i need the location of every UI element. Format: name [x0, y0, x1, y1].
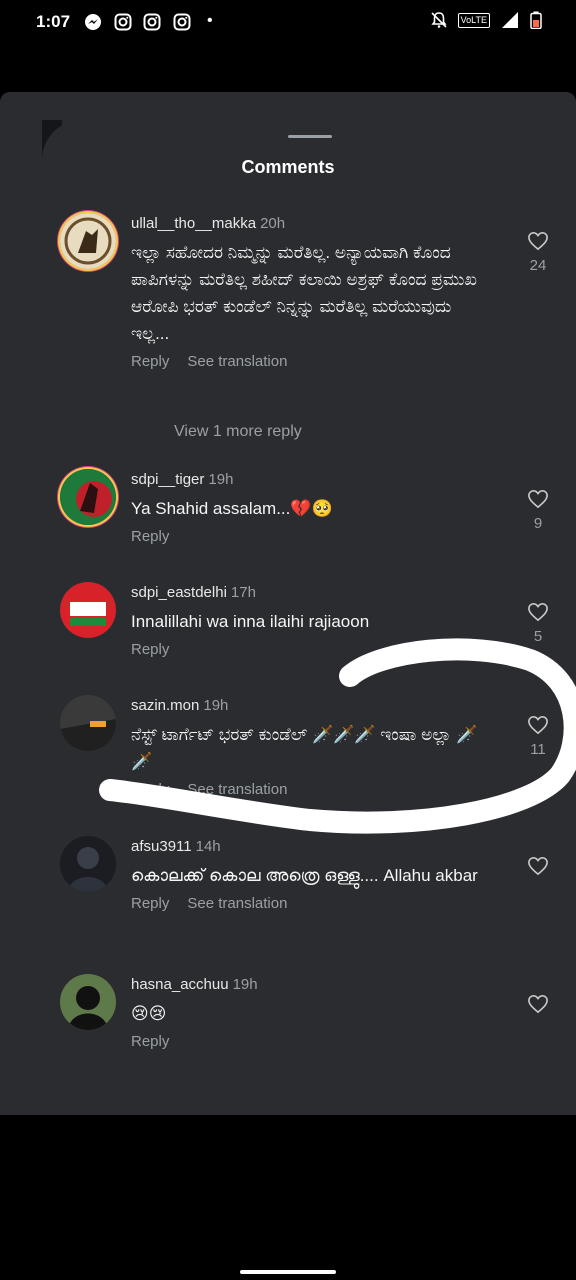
- see-translation-button[interactable]: See translation: [187, 781, 287, 798]
- drag-handle[interactable]: [288, 135, 332, 138]
- avatar[interactable]: [60, 974, 116, 1030]
- like-button[interactable]: 24: [524, 231, 552, 274]
- instagram-icon: [173, 13, 191, 31]
- like-button[interactable]: [524, 856, 552, 876]
- avatar-image: [60, 974, 116, 1030]
- heart-icon: [528, 231, 548, 251]
- reply-button[interactable]: Reply: [131, 528, 169, 545]
- avatar-image: [60, 469, 116, 525]
- like-button[interactable]: 5: [524, 602, 552, 645]
- avatar[interactable]: [60, 213, 116, 269]
- volte-icon: VoLTE: [457, 12, 490, 28]
- reply-button[interactable]: Reply: [131, 895, 169, 912]
- comment-time: 19h: [232, 976, 258, 993]
- comment-username[interactable]: afsu3911: [131, 838, 192, 855]
- notification-dot: •: [207, 12, 213, 29]
- heart-icon: [528, 856, 548, 876]
- comment-username[interactable]: sdpi_eastdelhi: [131, 584, 227, 601]
- comment-username[interactable]: sazin.mon: [131, 697, 199, 714]
- heart-icon: [528, 602, 548, 622]
- instagram-icon: [114, 13, 132, 31]
- comment-username[interactable]: hasna_acchuu: [131, 976, 229, 993]
- like-button[interactable]: [524, 994, 552, 1014]
- reply-button[interactable]: Reply: [131, 641, 169, 658]
- like-button[interactable]: 11: [524, 715, 552, 758]
- view-more-replies[interactable]: View 1 more reply: [174, 423, 302, 441]
- reply-button[interactable]: Reply: [131, 1033, 169, 1050]
- avatar-image: [60, 582, 116, 638]
- comment-time: 17h: [230, 584, 256, 601]
- comment-text: 😢😢: [131, 1004, 167, 1023]
- sheet-title: Comments: [241, 157, 335, 177]
- avatar[interactable]: [60, 469, 116, 525]
- like-count: 24: [529, 257, 547, 274]
- avatar[interactable]: [60, 582, 116, 638]
- comment-time: 19h: [208, 471, 234, 488]
- comment-time: 20h: [260, 215, 286, 232]
- comment-time: 14h: [195, 838, 221, 855]
- status-bar: 1:07 • VoLTE: [0, 0, 576, 46]
- like-count: 9: [533, 515, 543, 532]
- like-count: 5: [533, 628, 543, 645]
- heart-icon: [528, 994, 548, 1014]
- like-button[interactable]: 9: [524, 489, 552, 532]
- like-count: 11: [530, 741, 546, 758]
- comment-text: Innalillahi wa inna ilaihi rajiaoon: [131, 612, 370, 631]
- comment-text: ನೆಸ್ಟ್ ಟಾರ್ಗೆಟ್ ಭರತ್ ಕುಂಡೆಲ್ 🗡️🗡️🗡️ ಇಂಷಾ…: [131, 725, 478, 771]
- comment-username[interactable]: sdpi__tiger: [131, 471, 204, 488]
- see-translation-button[interactable]: See translation: [187, 353, 287, 370]
- instagram-icon: [143, 13, 161, 31]
- comment-time: 19h: [203, 697, 229, 714]
- reply-button[interactable]: Reply: [131, 781, 169, 798]
- status-time: 1:07: [36, 12, 71, 31]
- signal-icon: [502, 12, 518, 28]
- comment-text: ಇಲ್ಲಾ ಸಹೋದರ ನಿಮ್ಮನ್ನು ಮರೆತಿಲ್ಲ. ಅನ್ಯಾಯವಾ…: [131, 243, 477, 343]
- comment-username[interactable]: ullal__tho__makka: [131, 215, 256, 232]
- comment-text: Ya Shahid assalam...💔🥺: [131, 499, 333, 518]
- gesture-bar[interactable]: [240, 1270, 336, 1274]
- mute-icon: [431, 12, 447, 28]
- heart-icon: [528, 715, 548, 735]
- avatar-image: [60, 213, 116, 269]
- avatar-image: [60, 695, 116, 751]
- avatar[interactable]: [60, 836, 116, 892]
- heart-icon: [528, 489, 548, 509]
- avatar-image: [60, 836, 116, 892]
- battery-icon: [530, 11, 542, 29]
- messenger-icon: [85, 14, 101, 30]
- reply-button[interactable]: Reply: [131, 353, 169, 370]
- see-translation-button[interactable]: See translation: [187, 895, 287, 912]
- avatar[interactable]: [60, 695, 116, 751]
- comment-text: കൊലക്ക് കൊല അത്രെ ഒള്ളു.... Allahu akbar: [131, 866, 478, 885]
